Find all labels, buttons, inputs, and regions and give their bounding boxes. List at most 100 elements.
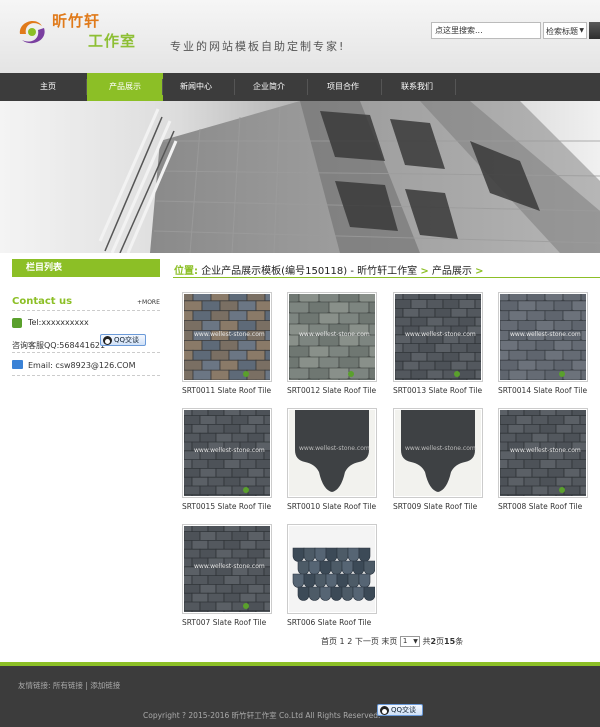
watermark-text: www.wellest-stone.com (510, 331, 581, 338)
watermark-text: www.wellest-stone.com (194, 331, 265, 338)
footer-qq-chat-button[interactable]: QQ交谈 (377, 704, 423, 716)
chevron-down-icon: ▼ (579, 27, 584, 34)
product-image-frame: www.wellest-stone.com (498, 408, 588, 498)
copyright: Copyright ? 2015-2016 昕竹轩工作室 Co.Ltd All … (143, 711, 381, 720)
product-image: www.wellest-stone.com (395, 294, 481, 380)
pagination-page-select[interactable]: 1 ▼ (399, 636, 420, 647)
product-image: www.wellest-stone.com (184, 294, 270, 380)
pagination-next[interactable]: 下一页 (355, 637, 379, 646)
product-card[interactable]: www.wellest-stone.com SRT0014 Slate Roof… (498, 292, 588, 395)
chevron-down-icon: ▼ (413, 638, 418, 645)
page: 昕竹轩 工作室 专业的网站模板自助定制专家! 点这里搜索... 检索标题 ▼ 主… (0, 0, 600, 727)
nav-item-news[interactable]: 新闻中心 (158, 73, 234, 101)
nav-item-cooperation[interactable]: 项目合作 (305, 73, 381, 101)
breadcrumb-site-link[interactable]: 企业产品展示模板(编号150118) - 昕竹轩工作室 (201, 266, 417, 277)
product-image-frame: www.wellest-stone.com (287, 408, 377, 498)
phone-icon (12, 318, 22, 328)
pagination-first[interactable]: 首页 (321, 637, 337, 646)
brand-name: 昕竹轩 (52, 12, 101, 30)
product-caption[interactable]: SRT0015 Slate Roof Tile (182, 502, 272, 511)
product-card[interactable]: www.wellest-stone.com SRT0015 Slate Roof… (182, 408, 272, 511)
friend-links-all[interactable]: 所有链接 (53, 681, 83, 690)
product-card[interactable]: www.wellest-stone.com SRT0012 Slate Roof… (287, 292, 377, 395)
header: 昕竹轩 工作室 专业的网站模板自助定制专家! 点这里搜索... 检索标题 ▼ (0, 0, 600, 73)
building-illustration (98, 101, 600, 253)
pagination-last[interactable]: 末页 (381, 637, 397, 646)
nav-divider (455, 79, 456, 95)
header-slogan: 专业的网站模板自助定制专家! (170, 40, 346, 53)
contact-title: Contact us (12, 296, 73, 307)
product-card[interactable]: www.wellest-stone.com SRT008 Slate Roof … (498, 408, 588, 511)
watermark-text: www.wellest-stone.com (299, 331, 370, 338)
product-image: www.wellest-stone.com (395, 410, 481, 496)
pagination-page-2[interactable]: 2 (347, 637, 352, 646)
product-card[interactable]: www.wellest-stone.com SRT007 Slate Roof … (182, 524, 272, 627)
contact-divider (12, 352, 160, 353)
watermark-text: www.wellest-stone.com (194, 563, 265, 570)
sidebar-column-title: 栏目列表 (12, 259, 160, 277)
product-caption[interactable]: SRT008 Slate Roof Tile (498, 502, 588, 511)
qq-penguin-icon (103, 336, 112, 345)
contact-tel: Tel:xxxxxxxxxx (28, 318, 89, 327)
product-image-frame: www.wellest-stone.com (498, 292, 588, 382)
pagination-page-1[interactable]: 1 (340, 637, 345, 646)
footer-qq-chat-label: QQ交谈 (391, 706, 417, 714)
product-caption[interactable]: SRT0014 Slate Roof Tile (498, 386, 588, 395)
pagination-pages-unit: 页 (436, 637, 445, 646)
product-image: www.wellest-stone.com (289, 410, 375, 496)
product-caption[interactable]: SRT0012 Slate Roof Tile (287, 386, 377, 395)
watermark-text: www.wellest-stone.com (299, 445, 370, 452)
watermark-text: www.wellest-stone.com (194, 447, 265, 454)
qq-chat-label: QQ交谈 (114, 336, 140, 344)
product-caption[interactable]: SRT006 Slate Roof Tile (287, 618, 377, 627)
product-image-frame (287, 524, 377, 614)
contact-divider (12, 310, 160, 311)
pagination: 首页 1 2 下一页 末页 1 ▼ 共2页15条 (321, 636, 463, 647)
nav-item-home[interactable]: 主页 (10, 73, 86, 101)
product-card[interactable]: www.wellest-stone.com SRT0010 Slate Roof… (287, 408, 377, 511)
product-image-frame: www.wellest-stone.com (182, 524, 272, 614)
product-image-frame: www.wellest-stone.com (287, 292, 377, 382)
product-image-frame: www.wellest-stone.com (393, 292, 483, 382)
friend-links-add[interactable]: 添加链接 (90, 681, 120, 690)
search-input[interactable]: 点这里搜索... (431, 22, 541, 39)
friend-links-divider: | (85, 681, 88, 690)
product-image-frame: www.wellest-stone.com (182, 292, 272, 382)
search-button[interactable] (589, 22, 600, 39)
nav-item-products[interactable]: 产品展示 (87, 73, 163, 101)
brand-subtitle: 工作室 (88, 32, 137, 50)
main-nav: 主页 产品展示 新闻中心 企业简介 项目合作 联系我们 (0, 73, 600, 101)
contact-more-link[interactable]: +MORE (137, 299, 160, 306)
qq-penguin-icon (380, 706, 389, 715)
qq-chat-button[interactable]: QQ交谈 (100, 334, 146, 346)
breadcrumb-separator: > (420, 266, 429, 277)
breadcrumb-prefix: 位置: (174, 266, 198, 277)
pagination-select-value: 1 (402, 637, 408, 645)
product-caption[interactable]: SRT0010 Slate Roof Tile (287, 502, 377, 511)
product-image: www.wellest-stone.com (184, 526, 270, 612)
breadcrumb-separator: > (475, 266, 484, 277)
product-image-frame: www.wellest-stone.com (393, 408, 483, 498)
friend-links-label: 友情链接: (18, 681, 51, 690)
breadcrumb-underline (173, 277, 600, 278)
contact-divider (12, 375, 160, 376)
product-image: www.wellest-stone.com (184, 410, 270, 496)
product-caption[interactable]: SRT0011 Slate Roof Tile (182, 386, 272, 395)
product-caption[interactable]: SRT0013 Slate Roof Tile (393, 386, 483, 395)
product-card[interactable]: SRT006 Slate Roof Tile (287, 524, 377, 627)
product-image (289, 526, 375, 612)
nav-item-about[interactable]: 企业简介 (231, 73, 307, 101)
product-caption[interactable]: SRT007 Slate Roof Tile (182, 618, 272, 627)
banner-building-image (0, 101, 600, 253)
product-card[interactable]: www.wellest-stone.com SRT009 Slate Roof … (393, 408, 483, 511)
product-image: www.wellest-stone.com (500, 410, 586, 496)
product-caption[interactable]: SRT009 Slate Roof Tile (393, 502, 483, 511)
product-card[interactable]: www.wellest-stone.com SRT0013 Slate Roof… (393, 292, 483, 395)
email-icon (12, 360, 23, 369)
search-type-select[interactable]: 检索标题 ▼ (543, 22, 587, 39)
product-image-frame: www.wellest-stone.com (182, 408, 272, 498)
product-image: www.wellest-stone.com (500, 294, 586, 380)
nav-item-contact[interactable]: 联系我们 (379, 73, 455, 101)
breadcrumb-section-link[interactable]: 产品展示 (432, 266, 472, 277)
product-card[interactable]: www.wellest-stone.com SRT0011 Slate Roof… (182, 292, 272, 395)
